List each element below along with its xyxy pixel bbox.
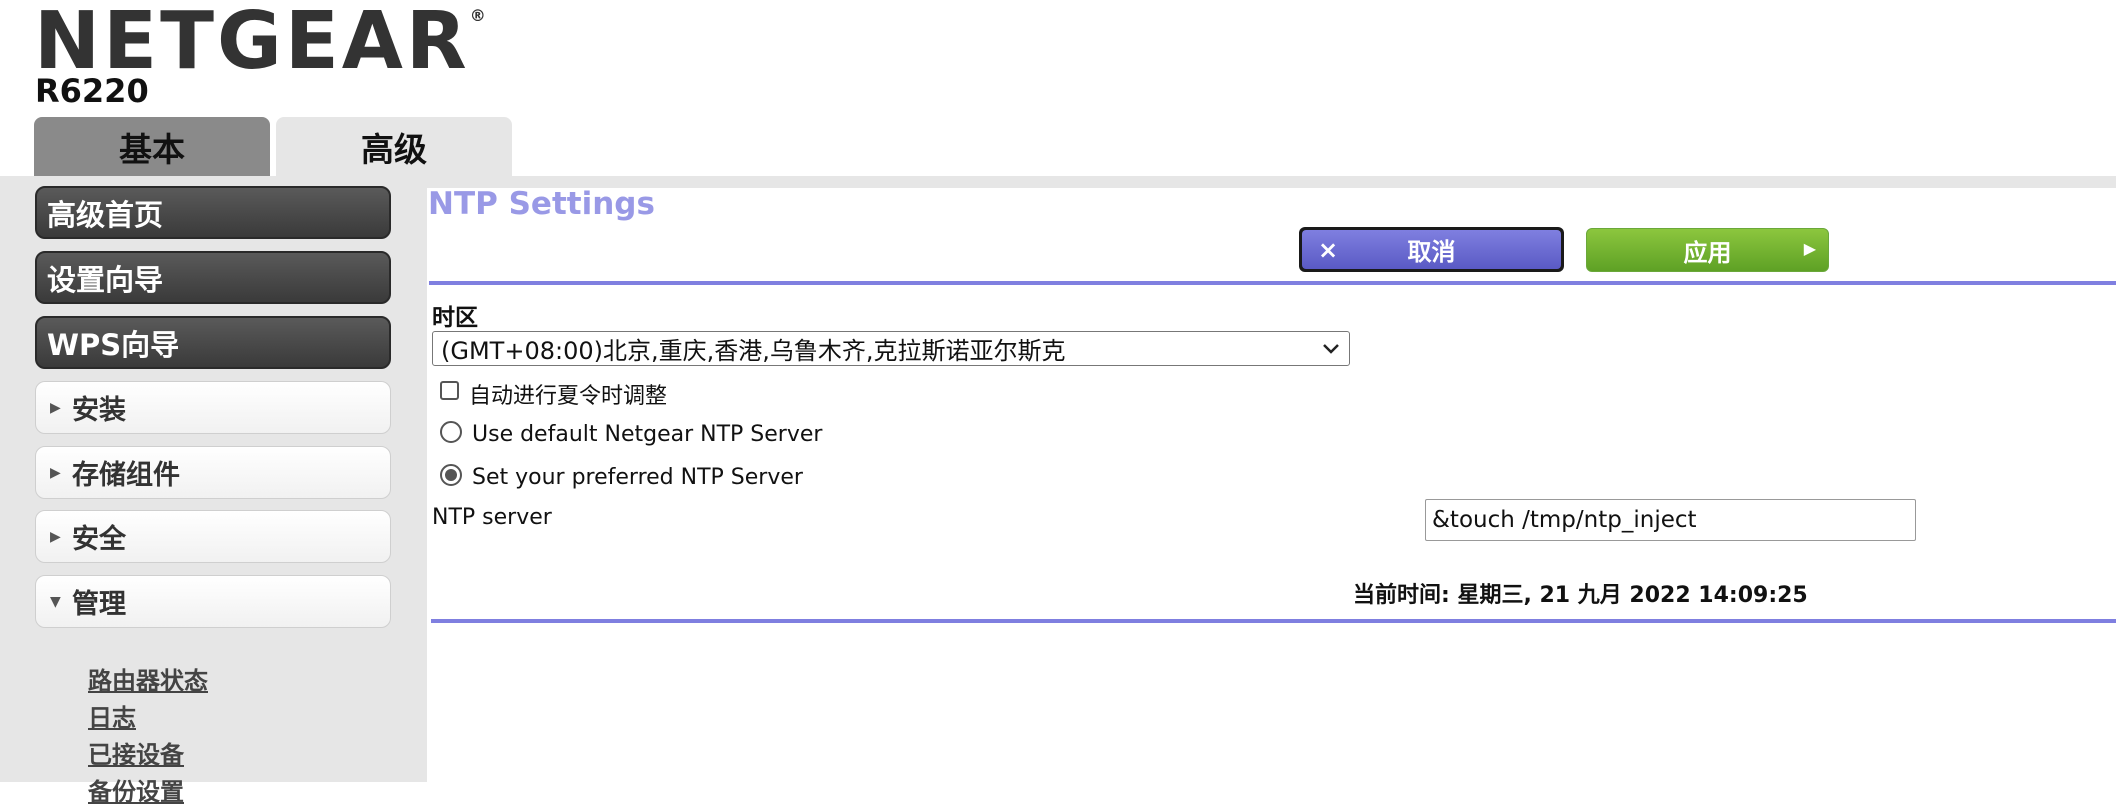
sidebar-section-security[interactable]: ▶ 安全 [35, 510, 391, 563]
netgear-logo: NETGEAR® [34, 2, 486, 81]
ntp-preferred-label: Set your preferred NTP Server [472, 465, 803, 490]
triangle-right-icon: ▶ [50, 399, 61, 416]
sidebar-section-label: 存储组件 [72, 460, 180, 491]
current-time: 当前时间: 星期三, 21 九月 2022 14:09:25 [1353, 583, 1808, 608]
sidebar-link-backup-settings[interactable]: 备份设置 [88, 772, 184, 807]
sidebar-section-storage[interactable]: ▶ 存储组件 [35, 446, 391, 499]
triangle-right-icon: ▶ [50, 528, 61, 545]
sidebar-section-label: 安装 [72, 395, 126, 426]
divider-bottom [431, 619, 2116, 623]
dst-label: 自动进行夏令时调整 [469, 384, 668, 409]
sidebar-item-setup-wizard[interactable]: 设置向导 [35, 251, 391, 304]
close-icon: × [1318, 236, 1339, 264]
sidebar-link-router-status[interactable]: 路由器状态 [88, 661, 208, 696]
cancel-label: 取消 [1407, 238, 1456, 266]
divider-top [429, 281, 2116, 285]
chevron-down-icon [1323, 344, 1339, 354]
dst-option: 自动进行夏令时调整 [440, 378, 667, 410]
ntp-server-label: NTP server [432, 505, 552, 530]
sidebar-link-logs[interactable]: 日志 [88, 698, 136, 733]
timezone-label: 时区 [432, 305, 478, 331]
sidebar-item-advanced-home[interactable]: 高级首页 [35, 186, 391, 239]
play-arrow-icon: ▶ [1803, 239, 1816, 258]
ntp-default-label: Use default Netgear NTP Server [472, 422, 823, 447]
apply-label: 应用 [1683, 238, 1732, 267]
sidebar-item-wps-wizard[interactable]: WPS向导 [35, 316, 391, 369]
trademark-mark: ® [469, 6, 486, 25]
ntp-preferred-radio[interactable] [440, 463, 462, 486]
ntp-default-option: Use default Netgear NTP Server [440, 420, 823, 447]
triangle-right-icon: ▶ [50, 464, 61, 481]
sidebar-section-admin[interactable]: ▼ 管理 [35, 575, 391, 628]
dst-checkbox[interactable] [440, 380, 459, 400]
apply-button[interactable]: 应用 ▶ [1586, 228, 1829, 272]
ntp-preferred-option: Set your preferred NTP Server [440, 463, 803, 490]
ntp-server-input[interactable]: &touch /tmp/ntp_inject [1425, 499, 1916, 541]
model-name: R6220 [35, 72, 149, 110]
ntp-default-radio[interactable] [440, 420, 462, 443]
timezone-select[interactable]: (GMT+08:00)北京,重庆,香港,乌鲁木齐,克拉斯诺亚尔斯克 [432, 331, 1350, 366]
tab-basic[interactable]: 基本 [34, 117, 270, 177]
page-title: NTP Settings [428, 186, 655, 222]
triangle-down-icon: ▼ [50, 593, 61, 610]
sidebar-section-setup[interactable]: ▶ 安装 [35, 381, 391, 434]
sidebar-link-attached-devices[interactable]: 已接设备 [88, 735, 184, 770]
sidebar-section-label: 管理 [72, 589, 126, 620]
tab-advanced[interactable]: 高级 [276, 117, 512, 177]
cancel-button[interactable]: × 取消 [1299, 227, 1564, 272]
sidebar-section-label: 安全 [72, 524, 126, 555]
timezone-value: (GMT+08:00)北京,重庆,香港,乌鲁木齐,克拉斯诺亚尔斯克 [441, 337, 1066, 365]
